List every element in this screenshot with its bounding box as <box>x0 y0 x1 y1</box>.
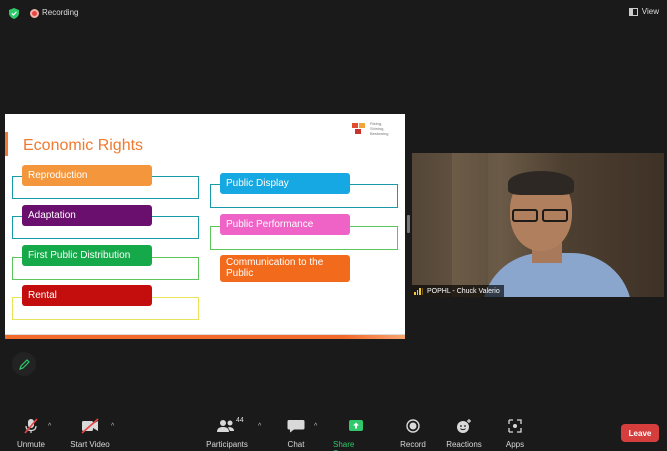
recording-indicator-icon <box>30 9 39 18</box>
communication-to-the-public-pill: Communication to the Public <box>220 255 350 282</box>
reactions-button[interactable]: Reactions <box>446 418 482 449</box>
slide-footer-bar <box>5 335 405 339</box>
participant-count-badge: 44 <box>236 417 244 424</box>
chat-bubble-icon <box>287 420 305 433</box>
meeting-window: Recording View Economic Rights Rising, S… <box>0 0 667 451</box>
logo-line: Bestowing <box>370 131 389 136</box>
participant-video-tile[interactable]: POPHL - Chuck Valerio <box>412 153 664 297</box>
apps-label: Apps <box>505 440 525 449</box>
participants-button[interactable]: 44 Participants <box>206 417 248 449</box>
meeting-toolbar: Unmute ^ Start Video ^ 44 Participants ^ <box>0 410 667 451</box>
unmute-label: Unmute <box>16 440 45 449</box>
view-layout-icon <box>628 7 638 16</box>
chat-button[interactable]: Chat <box>285 418 307 449</box>
public-performance-pill: Public Performance <box>220 214 350 235</box>
reactions-smiley-icon <box>457 419 471 433</box>
audio-options-chevron-icon[interactable]: ^ <box>48 423 51 430</box>
slide-title: Economic Rights <box>23 137 144 154</box>
share-screen-icon <box>349 420 363 431</box>
participants-icon <box>217 420 234 432</box>
reactions-label: Reactions <box>446 440 482 449</box>
chat-options-chevron-icon[interactable]: ^ <box>314 423 317 430</box>
adaptation-pill: Adaptation <box>22 205 152 226</box>
unmute-button[interactable]: Unmute <box>16 418 46 449</box>
participants-options-chevron-icon[interactable]: ^ <box>258 423 261 430</box>
participant-name-tag: POPHL - Chuck Valerio <box>412 285 504 297</box>
start-video-label: Start Video <box>70 440 110 449</box>
video-camera-off-icon <box>81 418 99 434</box>
view-button[interactable]: View <box>628 7 659 16</box>
shared-screen-slide: Economic Rights Rising, Shining, Bestowi… <box>5 114 405 339</box>
connection-signal-icon <box>414 287 423 295</box>
shield-icon[interactable] <box>9 8 19 19</box>
rental-pill: Rental <box>22 285 152 306</box>
start-video-button[interactable]: Start Video <box>70 418 110 449</box>
organization-logo: Rising, Shining, Bestowing <box>352 121 397 137</box>
pencil-icon <box>18 358 30 370</box>
top-bar: Recording View <box>0 0 667 26</box>
annotate-button[interactable] <box>12 352 36 376</box>
logo-mark-icon <box>352 123 366 135</box>
view-label: View <box>641 7 659 16</box>
first-public-distribution-pill: First Public Distribution <box>22 245 152 266</box>
public-display-pill: Public Display <box>220 173 350 194</box>
video-options-chevron-icon[interactable]: ^ <box>111 423 114 430</box>
recording-label[interactable]: Recording <box>42 8 78 17</box>
participant-name: POPHL - Chuck Valerio <box>427 287 500 295</box>
split-resize-handle[interactable] <box>407 215 410 233</box>
share-screen-label: Share Screen <box>333 440 358 451</box>
apps-button[interactable]: Apps <box>505 418 525 449</box>
apps-icon <box>508 419 522 433</box>
share-screen-button[interactable]: Share Screen <box>333 418 379 451</box>
record-label: Record <box>400 440 426 449</box>
microphone-muted-icon <box>24 418 38 434</box>
reproduction-pill: Reproduction <box>22 165 152 186</box>
chat-label: Chat <box>287 440 305 449</box>
participants-label: Participants <box>206 440 248 449</box>
record-button[interactable]: Record <box>399 418 427 449</box>
leave-button[interactable]: Leave <box>621 424 659 442</box>
record-icon <box>406 419 420 433</box>
title-accent-bar <box>5 132 8 156</box>
